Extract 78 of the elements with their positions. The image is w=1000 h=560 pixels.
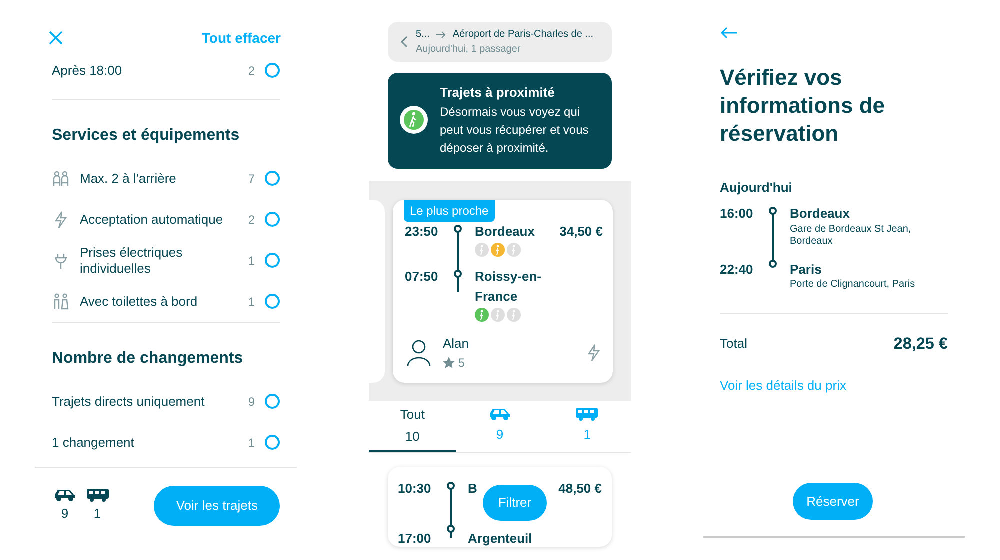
car-icon — [488, 406, 512, 420]
route-destination: Aéroport de Paris-Charles de ... — [452, 28, 594, 42]
departure-time: 07:50 — [405, 268, 440, 286]
book-button[interactable]: Réserver — [793, 483, 873, 520]
route-origin: 5... — [416, 28, 430, 42]
star-icon — [443, 356, 455, 368]
filter-tab[interactable]: Tout 10 — [369, 400, 456, 452]
trip-card[interactable]: Le plus proche 23:50 Bordeaux 07:50 Roissy-en-France 34,50 € Alan 5 — [393, 200, 613, 382]
lightning-icon — [52, 210, 70, 228]
filter-label: Avec toilettes à bord — [80, 294, 199, 310]
page-title: Vérifiez vos informations de réservation — [720, 64, 886, 148]
departure-time: 22:40 — [720, 260, 754, 278]
clear-all-link[interactable]: Tout effacer — [202, 28, 281, 48]
city-name: Bordeaux — [790, 205, 851, 223]
search-details: Aujourd'hui, 1 passager — [416, 43, 522, 57]
search-summary[interactable]: 5... Aéroport de Paris-Charles de ... Aujourd'hui, 1 passager — [388, 22, 612, 62]
price-details-link[interactable]: Voir les détails du prix — [720, 376, 846, 396]
city-name: Bordeaux — [475, 222, 536, 240]
car-icon — [53, 488, 77, 502]
result-count: 9 — [248, 394, 255, 410]
walker-icon — [400, 106, 428, 134]
closest-badge: Le plus proche — [404, 200, 495, 222]
close-icon[interactable] — [49, 31, 63, 45]
bus-icon — [575, 406, 600, 420]
departure-time: 23:50 — [405, 222, 440, 240]
radio-button[interactable] — [265, 394, 280, 409]
stop-address: Porte de Clignancourt, Paris — [790, 279, 916, 291]
filter-tab[interactable]: 1 — [544, 400, 631, 452]
total-label: Total — [720, 335, 748, 354]
lightning-icon — [585, 344, 603, 362]
result-count: 1 — [248, 434, 255, 452]
arrow-icon — [436, 30, 446, 38]
filter-label: Prises électriques individuelles — [80, 244, 184, 276]
radio-button[interactable] — [265, 171, 280, 186]
city-name: B — [468, 480, 478, 498]
filter-label: Max. 2 à l'arrière — [80, 170, 178, 186]
radio-button[interactable] — [265, 294, 280, 309]
result-count: 1 — [248, 252, 255, 270]
back-icon — [400, 36, 408, 48]
radio-button[interactable] — [265, 63, 280, 78]
back-icon[interactable] — [720, 27, 738, 39]
departure-time: 16:00 — [720, 205, 754, 223]
section-heading: Services et équipements — [52, 126, 241, 146]
radio-button[interactable] — [265, 253, 280, 268]
city-name: Argenteuil — [468, 530, 534, 548]
filter-label: Après 18:00 — [52, 62, 124, 78]
driver-rating: 5 — [458, 354, 465, 372]
trip-price: 34,50 € — [560, 222, 603, 240]
driver-name: Alan — [443, 335, 470, 353]
trip-price: 48,50 € — [558, 480, 602, 498]
filter-label: 1 changement — [52, 434, 136, 450]
toilet-icon — [52, 292, 70, 310]
filter-label: Acceptation automatique — [80, 212, 224, 228]
bus-icon — [86, 488, 110, 502]
avatar-icon — [405, 338, 433, 367]
radio-button[interactable] — [265, 212, 280, 227]
section-heading: Nombre de changements — [52, 349, 244, 369]
result-count: 2 — [248, 62, 255, 80]
filter-tab[interactable]: 9 — [456, 400, 544, 452]
result-count: 2 — [248, 212, 255, 228]
result-count: 1 — [248, 294, 255, 310]
city-name: Paris — [790, 260, 823, 278]
banner-title: Trajets à proximité — [440, 84, 556, 102]
show-trips-button[interactable]: Voir les trajets — [154, 486, 280, 526]
departure-time: 10:30 — [398, 480, 432, 498]
banner-text: Désormais vous voyez qui peut vous récupérer et vous déposer à proximité. — [440, 104, 590, 156]
filter-label: Trajets directs uniquement — [52, 394, 206, 410]
stop-address: Gare de Bordeaux St Jean, Bordeaux — [790, 224, 912, 248]
trip-date: Aujourd'hui — [720, 179, 794, 197]
vehicle-count: 1 — [94, 505, 102, 523]
departure-time: 17:00 — [398, 530, 432, 548]
city-name: Roissy-en-France — [475, 268, 542, 306]
result-count: 7 — [248, 170, 255, 188]
plug-icon — [52, 252, 70, 270]
vehicle-count: 9 — [61, 505, 69, 523]
radio-button[interactable] — [265, 435, 280, 450]
seats-icon — [52, 170, 70, 188]
total-price: 28,25 € — [894, 334, 948, 355]
